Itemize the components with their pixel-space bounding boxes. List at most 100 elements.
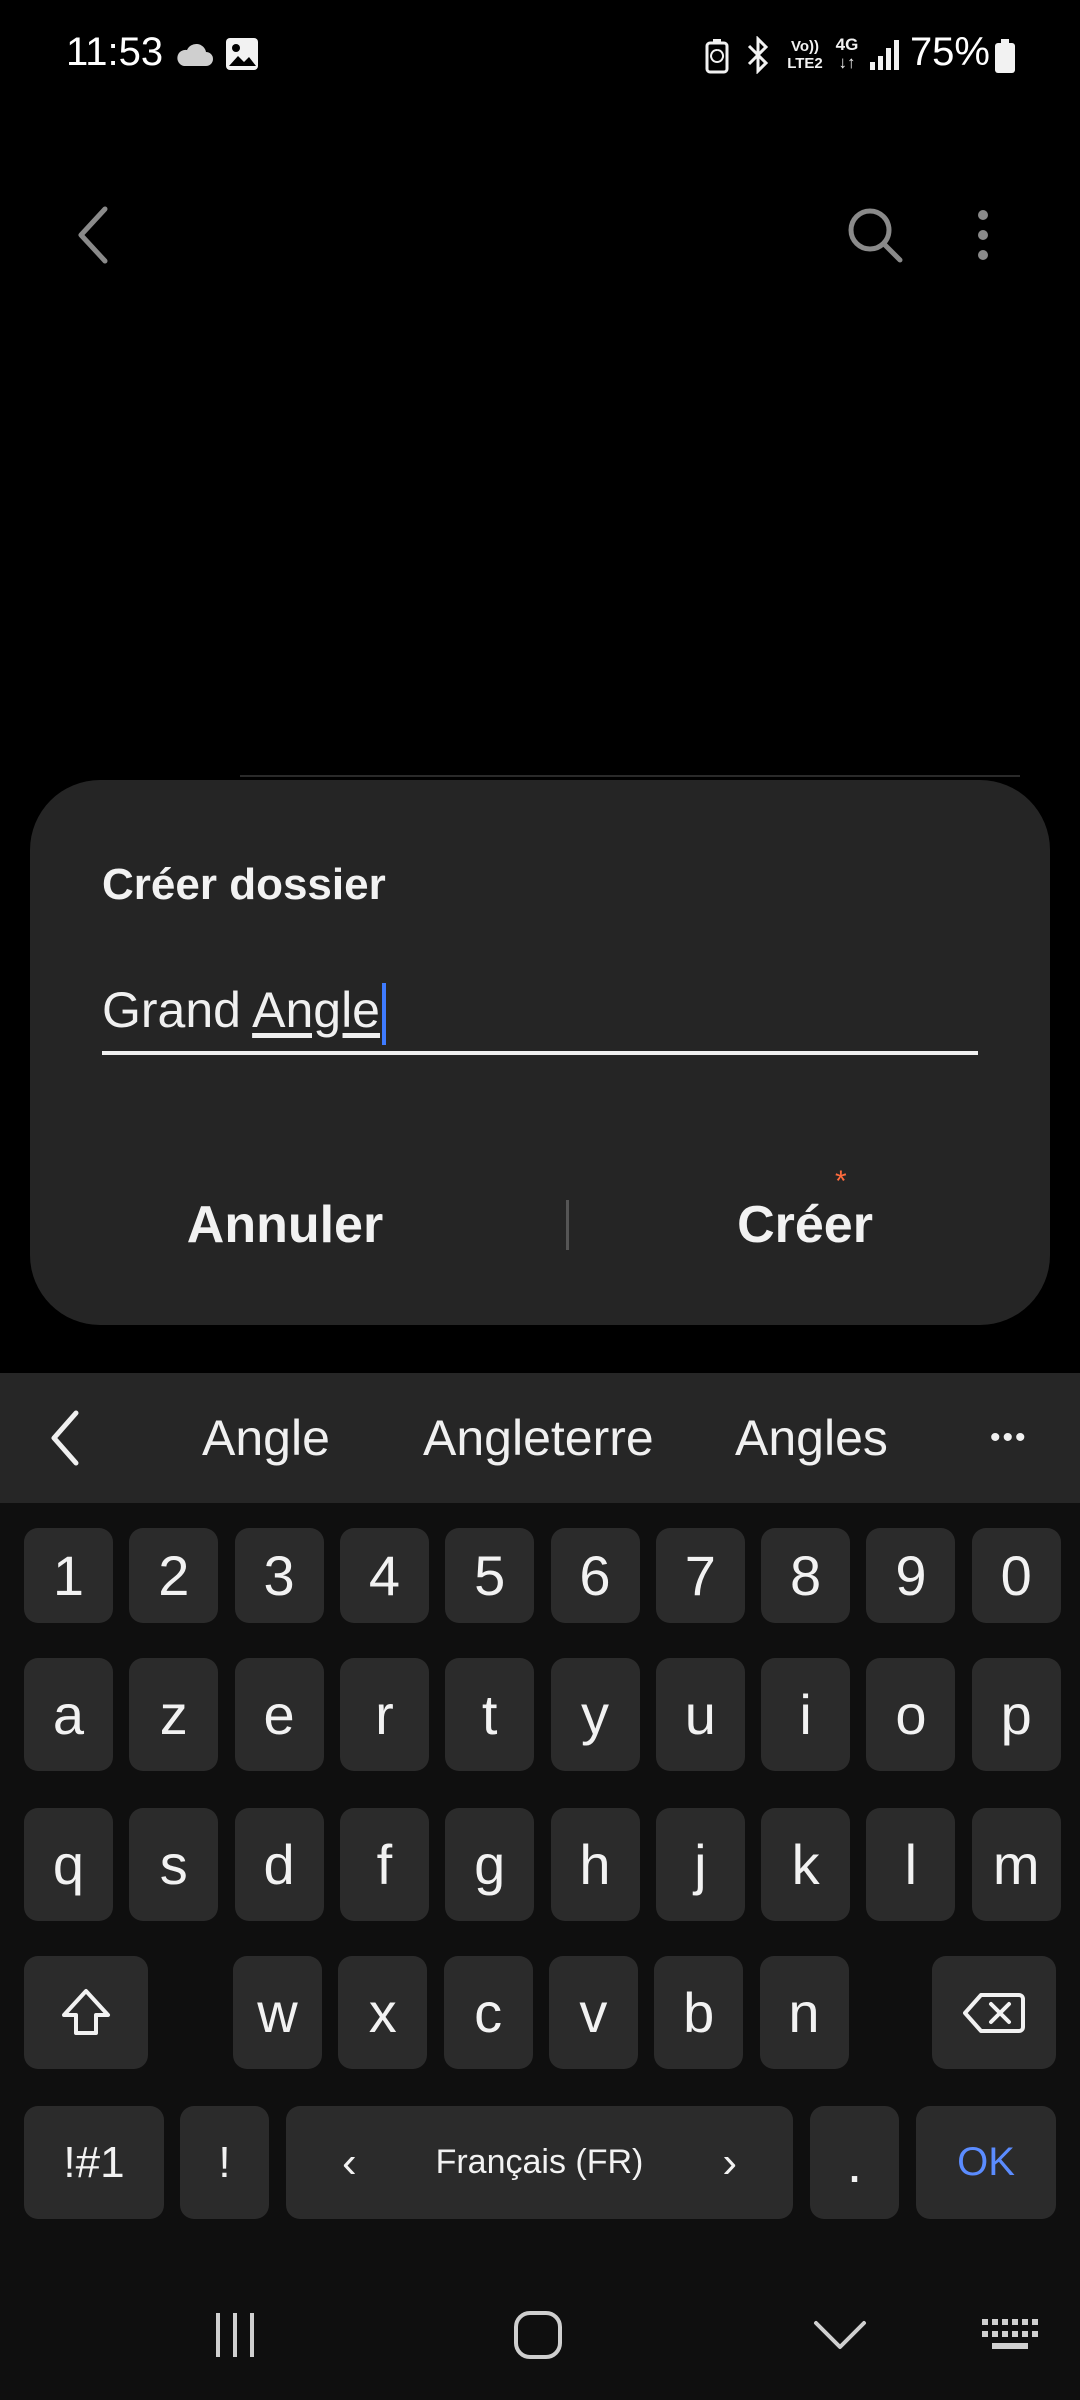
- letter-key-a[interactable]: a: [24, 1658, 113, 1771]
- shift-key[interactable]: [24, 1956, 148, 2069]
- letter-key-r[interactable]: r: [339, 1658, 429, 1771]
- chevron-down-icon: [814, 2321, 866, 2349]
- folder-name-value[interactable]: Grand Angle: [102, 982, 386, 1045]
- number-key-9[interactable]: 9: [866, 1528, 956, 1623]
- folder-name-input[interactable]: Grand Angle: [102, 980, 978, 1055]
- chevron-left-icon: [51, 1410, 79, 1466]
- backspace-key[interactable]: [932, 1956, 1056, 2069]
- suggestion-more-button[interactable]: •••: [990, 1373, 1028, 1503]
- letter-key-q[interactable]: q: [24, 1808, 113, 1921]
- suggestion-bar: Angle Angleterre Angles •••: [0, 1373, 1080, 1503]
- keyboard-icon: [982, 2319, 1038, 2349]
- letter-key-b[interactable]: b: [654, 1956, 744, 2069]
- exclamation-key[interactable]: !: [180, 2106, 269, 2219]
- shift-icon: [62, 1988, 110, 2035]
- battery-icon: [995, 39, 1015, 73]
- more-vertical-icon: [978, 210, 988, 260]
- navigation-bar: [0, 2270, 1080, 2400]
- keyboard: Angle Angleterre Angles ••• !#1 ! ‹ Fran…: [0, 1373, 1080, 2300]
- create-folder-dialog: Créer dossier Grand Angle Annuler Créer …: [30, 780, 1050, 1325]
- actions-divider: [566, 1200, 569, 1250]
- letter-key-h[interactable]: h: [550, 1808, 640, 1921]
- symbols-key[interactable]: !#1: [24, 2106, 164, 2219]
- keys-area: !#1 ! ‹ Français (FR) › . OK 1234567890 a…: [0, 1503, 1080, 2300]
- letter-key-s[interactable]: s: [129, 1808, 219, 1921]
- letter-key-u[interactable]: u: [655, 1658, 745, 1771]
- suggestion-back-button[interactable]: [30, 1403, 100, 1473]
- ok-key[interactable]: OK: [916, 2106, 1056, 2219]
- suggestion-3[interactable]: Angles: [735, 1373, 888, 1503]
- number-key-4[interactable]: 4: [339, 1528, 429, 1623]
- more-options-button[interactable]: [938, 190, 1028, 280]
- cloud-icon: [177, 43, 213, 66]
- cancel-button[interactable]: Annuler: [80, 1175, 490, 1275]
- create-label: Créer: [737, 1196, 873, 1254]
- volte-icon: Vo)) LTE2: [784, 38, 826, 72]
- back-button[interactable]: [48, 190, 138, 280]
- volte-top-label: Vo)): [790, 38, 820, 55]
- letter-key-v[interactable]: v: [548, 1956, 638, 2069]
- network-top-label: 4G: [835, 35, 859, 54]
- letter-key-g[interactable]: g: [445, 1808, 535, 1921]
- create-badge: *: [835, 1165, 847, 1198]
- letter-key-e[interactable]: e: [234, 1658, 324, 1771]
- app-bar: [0, 180, 1080, 290]
- recent-apps-button[interactable]: [175, 2290, 295, 2380]
- image-icon: [226, 38, 258, 70]
- number-key-7[interactable]: 7: [655, 1528, 745, 1623]
- language-prev-icon: ‹: [342, 2137, 357, 2187]
- suggestion-1[interactable]: Angle: [202, 1373, 330, 1503]
- battery-percent: 75%: [909, 30, 990, 74]
- number-key-0[interactable]: 0: [971, 1528, 1061, 1623]
- background-divider: [240, 775, 1020, 777]
- letter-key-x[interactable]: x: [338, 1956, 428, 2069]
- language-label: Français (FR): [435, 2143, 644, 2181]
- folder-name-part: Grand: [102, 982, 253, 1038]
- letter-key-l[interactable]: l: [866, 1808, 956, 1921]
- spacebar-language-key[interactable]: ‹ Français (FR) ›: [286, 2106, 793, 2219]
- letter-key-t[interactable]: t: [445, 1658, 535, 1771]
- status-bar: 11:53 Vo)) LTE2 4G ↓↑ 75%: [0, 0, 1080, 110]
- letter-key-j[interactable]: j: [655, 1808, 745, 1921]
- letter-key-d[interactable]: d: [234, 1808, 324, 1921]
- hide-keyboard-button[interactable]: [780, 2290, 900, 2380]
- letter-key-f[interactable]: f: [339, 1808, 429, 1921]
- letter-key-p[interactable]: p: [971, 1658, 1061, 1771]
- search-button[interactable]: [830, 190, 920, 280]
- back-icon: [78, 206, 108, 264]
- number-key-2[interactable]: 2: [129, 1528, 219, 1623]
- letter-key-z[interactable]: z: [129, 1658, 219, 1771]
- recent-apps-icon: [216, 2313, 254, 2357]
- dialog-actions: Annuler Créer *: [30, 1165, 1050, 1275]
- letter-key-c[interactable]: c: [443, 1956, 533, 2069]
- letter-key-k[interactable]: k: [761, 1808, 851, 1921]
- letter-key-w[interactable]: w: [233, 1956, 322, 2069]
- letter-key-i[interactable]: i: [761, 1658, 851, 1771]
- number-key-5[interactable]: 5: [445, 1528, 535, 1623]
- keyboard-switch-button[interactable]: [950, 2290, 1070, 2380]
- letter-key-m[interactable]: m: [971, 1808, 1061, 1921]
- search-icon: [848, 208, 903, 263]
- 4g-icon: 4G ↓↑: [832, 36, 862, 72]
- home-button[interactable]: [478, 2290, 598, 2380]
- battery-saver-icon: [705, 39, 729, 74]
- signal-icon: [870, 40, 899, 70]
- number-key-6[interactable]: 6: [550, 1528, 640, 1623]
- suggestion-2[interactable]: Angleterre: [423, 1373, 654, 1503]
- composing-text: Angle: [252, 982, 380, 1038]
- text-cursor: [382, 982, 386, 1045]
- letter-key-n[interactable]: n: [759, 1956, 849, 2069]
- number-key-3[interactable]: 3: [234, 1528, 324, 1623]
- volte-bottom-label: LTE2: [787, 55, 823, 72]
- status-time: 11:53: [66, 30, 164, 74]
- number-key-8[interactable]: 8: [761, 1528, 851, 1623]
- bluetooth-icon: [747, 36, 769, 74]
- period-key[interactable]: .: [810, 2106, 899, 2219]
- letter-key-y[interactable]: y: [550, 1658, 640, 1771]
- home-icon: [514, 2311, 562, 2359]
- language-next-icon: ›: [722, 2137, 737, 2187]
- letter-key-o[interactable]: o: [866, 1658, 956, 1771]
- number-key-1[interactable]: 1: [24, 1528, 113, 1623]
- create-button[interactable]: Créer: [600, 1175, 1010, 1275]
- backspace-icon: [963, 1992, 1025, 2033]
